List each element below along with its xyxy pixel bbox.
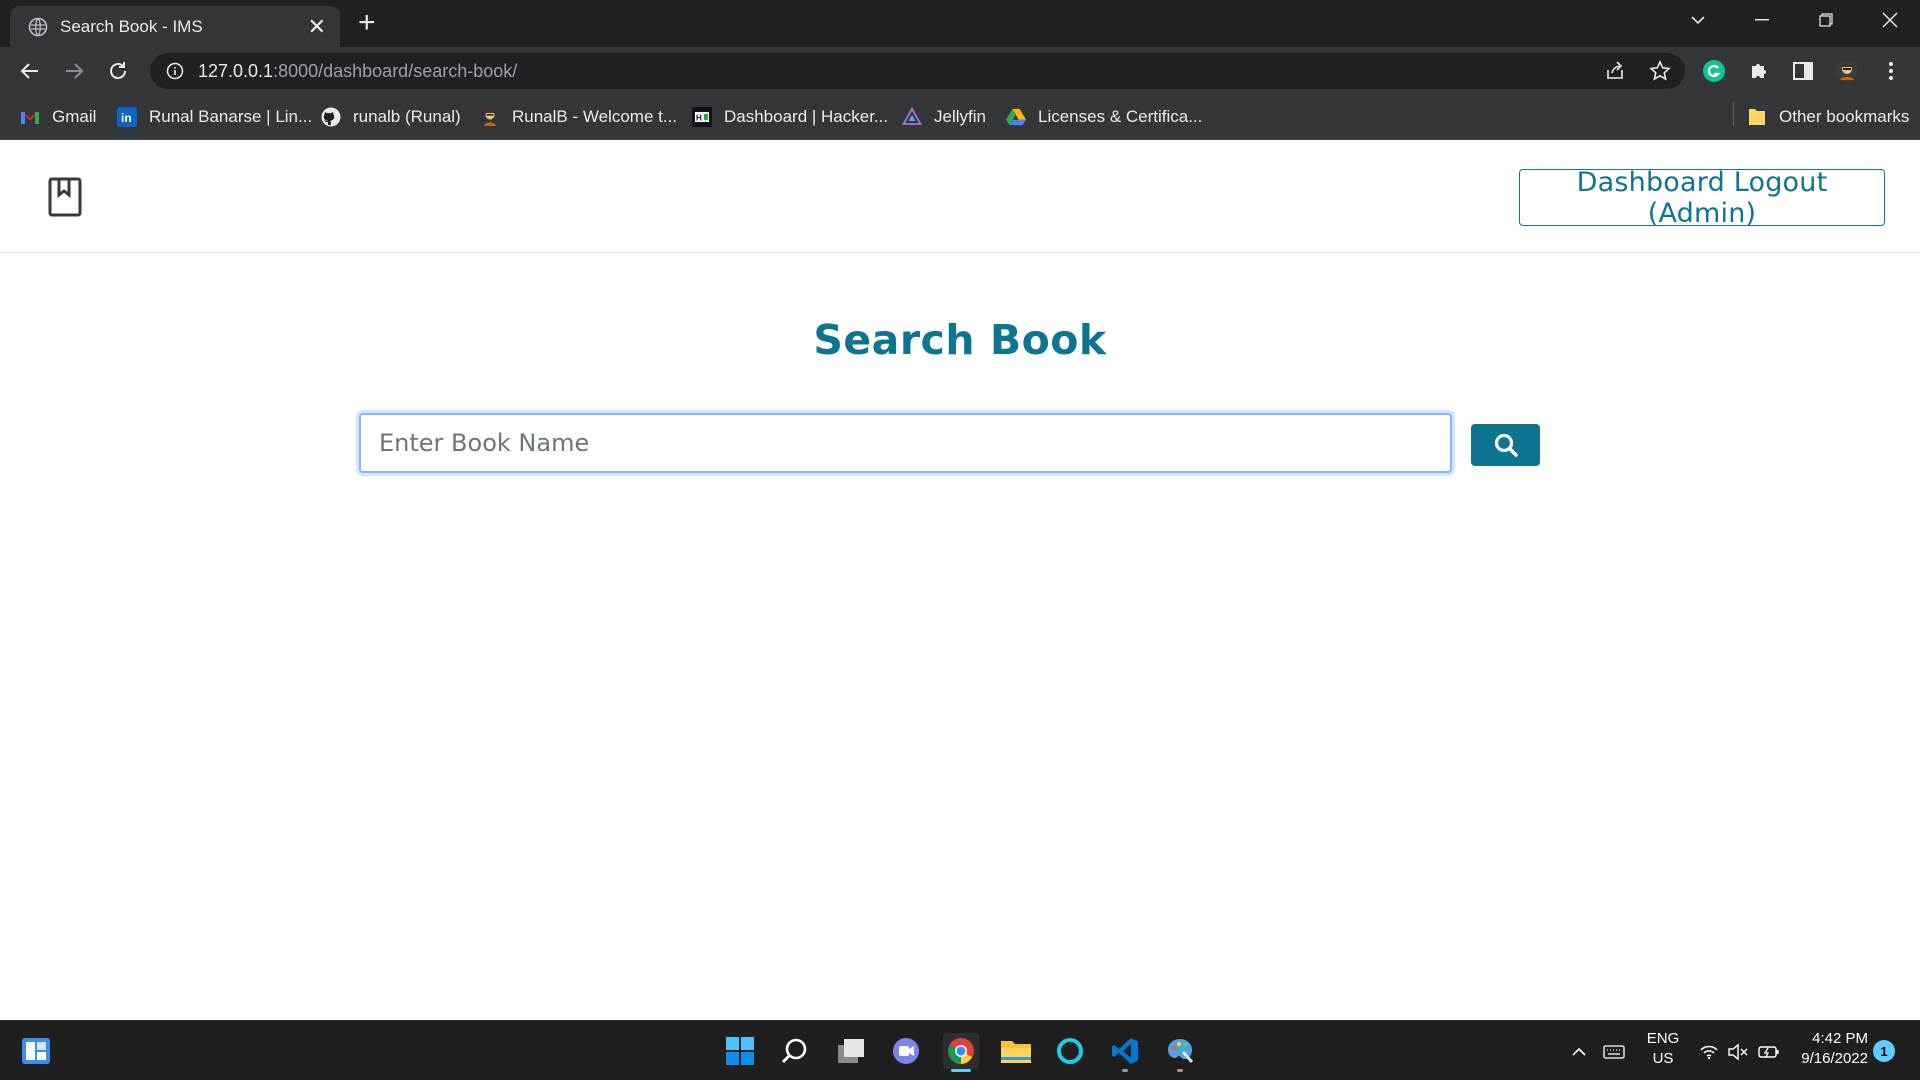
site-header: Dashboard Logout (Admin): [0, 141, 1920, 253]
chrome-taskbar-icon[interactable]: [943, 1033, 979, 1072]
url-path: :8000/dashboard/search-book/: [273, 60, 518, 81]
github-icon: [321, 107, 341, 127]
globe-icon: [28, 17, 48, 36]
running-indicator: [1122, 1069, 1128, 1072]
active-indicator: [951, 1069, 971, 1072]
teams-chat-icon[interactable]: [888, 1033, 924, 1069]
volume-muted-icon[interactable]: [1727, 1041, 1749, 1063]
battery-icon[interactable]: [1758, 1041, 1780, 1063]
forward-icon[interactable]: [60, 57, 88, 85]
bookmark-hackerrank[interactable]: H Dashboard | Hacker...: [692, 104, 888, 130]
bookmark-runalb[interactable]: RunalB - Welcome t...: [480, 104, 677, 130]
windows-taskbar: ENG US 4:42 PM 9/16/2022 1: [0, 1020, 1920, 1080]
reload-icon[interactable]: [104, 57, 132, 85]
notification-badge[interactable]: 1: [1873, 1040, 1895, 1062]
hackerrank-icon: H: [692, 107, 712, 127]
new-tab-button[interactable]: +: [358, 8, 376, 38]
region-code: US: [1652, 1050, 1674, 1067]
keyboard-icon[interactable]: [1603, 1041, 1625, 1063]
grammarly-icon[interactable]: [1700, 57, 1728, 85]
tab-search-icon[interactable]: [1668, 0, 1728, 40]
bookmark-logo-icon[interactable]: [48, 177, 82, 217]
side-panel-icon[interactable]: [1789, 57, 1817, 85]
bookmark-star-icon[interactable]: [1648, 59, 1672, 83]
other-bookmarks[interactable]: Other bookmarks: [1747, 104, 1909, 130]
search-icon: [1494, 433, 1518, 457]
profile-avatar-icon[interactable]: [1833, 57, 1861, 85]
task-view-icon[interactable]: [833, 1033, 869, 1069]
vscode-icon[interactable]: [1107, 1033, 1143, 1072]
clock-time: 4:42 PM: [1812, 1030, 1868, 1047]
tab-title: Search Book - IMS: [60, 16, 203, 36]
avatar-icon: [480, 107, 500, 127]
url-host: 127.0.0.1: [198, 60, 274, 81]
minimize-button[interactable]: [1732, 0, 1792, 40]
site-info-icon[interactable]: [166, 62, 184, 80]
back-icon[interactable]: [16, 57, 44, 85]
search-button[interactable]: [1471, 424, 1540, 466]
close-window-button[interactable]: [1860, 0, 1920, 40]
jellyfin-icon: [902, 107, 922, 127]
svg-text:in: in: [121, 111, 132, 125]
language-code: ENG: [1646, 1030, 1680, 1047]
page-content: Dashboard Logout (Admin) Search Book: [0, 141, 1920, 1020]
bookmark-label: Jellyfin: [934, 107, 986, 126]
bookmark-label: Licenses & Certifica...: [1038, 107, 1203, 126]
bookmark-github[interactable]: runalb (Runal): [321, 104, 461, 130]
cortana-icon[interactable]: [1052, 1033, 1088, 1069]
browser-tab[interactable]: Search Book - IMS ✕: [10, 6, 340, 47]
logout-button[interactable]: Dashboard Logout (Admin): [1519, 167, 1885, 229]
file-explorer-icon[interactable]: [998, 1033, 1034, 1069]
bookmark-linkedin[interactable]: in Runal Banarse | Lin...: [117, 104, 312, 130]
browser-tabstrip: Search Book - IMS ✕ +: [0, 0, 1920, 47]
bookmark-drive[interactable]: Licenses & Certifica...: [1006, 104, 1202, 130]
linkedin-icon: in: [117, 107, 137, 127]
share-icon[interactable]: [1603, 59, 1627, 83]
address-bar[interactable]: 127.0.0.1:8000/dashboard/search-book/: [150, 53, 1685, 89]
paint-icon[interactable]: [1162, 1033, 1198, 1072]
extensions-icon[interactable]: [1745, 57, 1773, 85]
bookmark-label: Dashboard | Hacker...: [724, 107, 889, 126]
wifi-icon[interactable]: [1698, 1041, 1720, 1063]
bookmarks-bar: Gmail in Runal Banarse | Lin... runalb (…: [0, 95, 1920, 140]
widgets-icon[interactable]: [18, 1033, 54, 1069]
folder-icon: [1747, 107, 1767, 127]
search-taskbar-icon[interactable]: [777, 1033, 813, 1069]
other-bookmarks-label: Other bookmarks: [1779, 107, 1910, 126]
search-input[interactable]: [359, 413, 1452, 473]
browser-menu-icon[interactable]: [1877, 57, 1905, 85]
gmail-icon: [20, 107, 40, 127]
restore-button[interactable]: [1796, 0, 1856, 40]
bookmark-jellyfin[interactable]: Jellyfin: [902, 104, 986, 130]
close-tab-icon[interactable]: ✕: [308, 15, 326, 38]
bookmark-label: Runal Banarse | Lin...: [149, 107, 313, 126]
clock-date: 9/16/2022: [1801, 1050, 1868, 1067]
page-title: Search Book: [813, 316, 1107, 364]
bookmarks-divider: [1733, 102, 1734, 126]
bookmark-label: runalb (Runal): [353, 107, 461, 126]
bookmark-label: RunalB - Welcome t...: [512, 107, 678, 126]
bookmark-label: Gmail: [52, 107, 97, 126]
language-indicator[interactable]: ENG US: [1643, 1029, 1683, 1069]
browser-toolbar: 127.0.0.1:8000/dashboard/search-book/: [0, 47, 1920, 95]
bookmark-gmail[interactable]: Gmail: [20, 104, 96, 130]
windows-start-icon[interactable]: [722, 1033, 758, 1069]
svg-text:H: H: [696, 114, 702, 123]
running-indicator: [1177, 1069, 1183, 1072]
google-drive-icon: [1006, 107, 1026, 127]
chevron-up-icon[interactable]: [1568, 1041, 1590, 1063]
clock[interactable]: 4:42 PM 9/16/2022: [1788, 1029, 1868, 1069]
